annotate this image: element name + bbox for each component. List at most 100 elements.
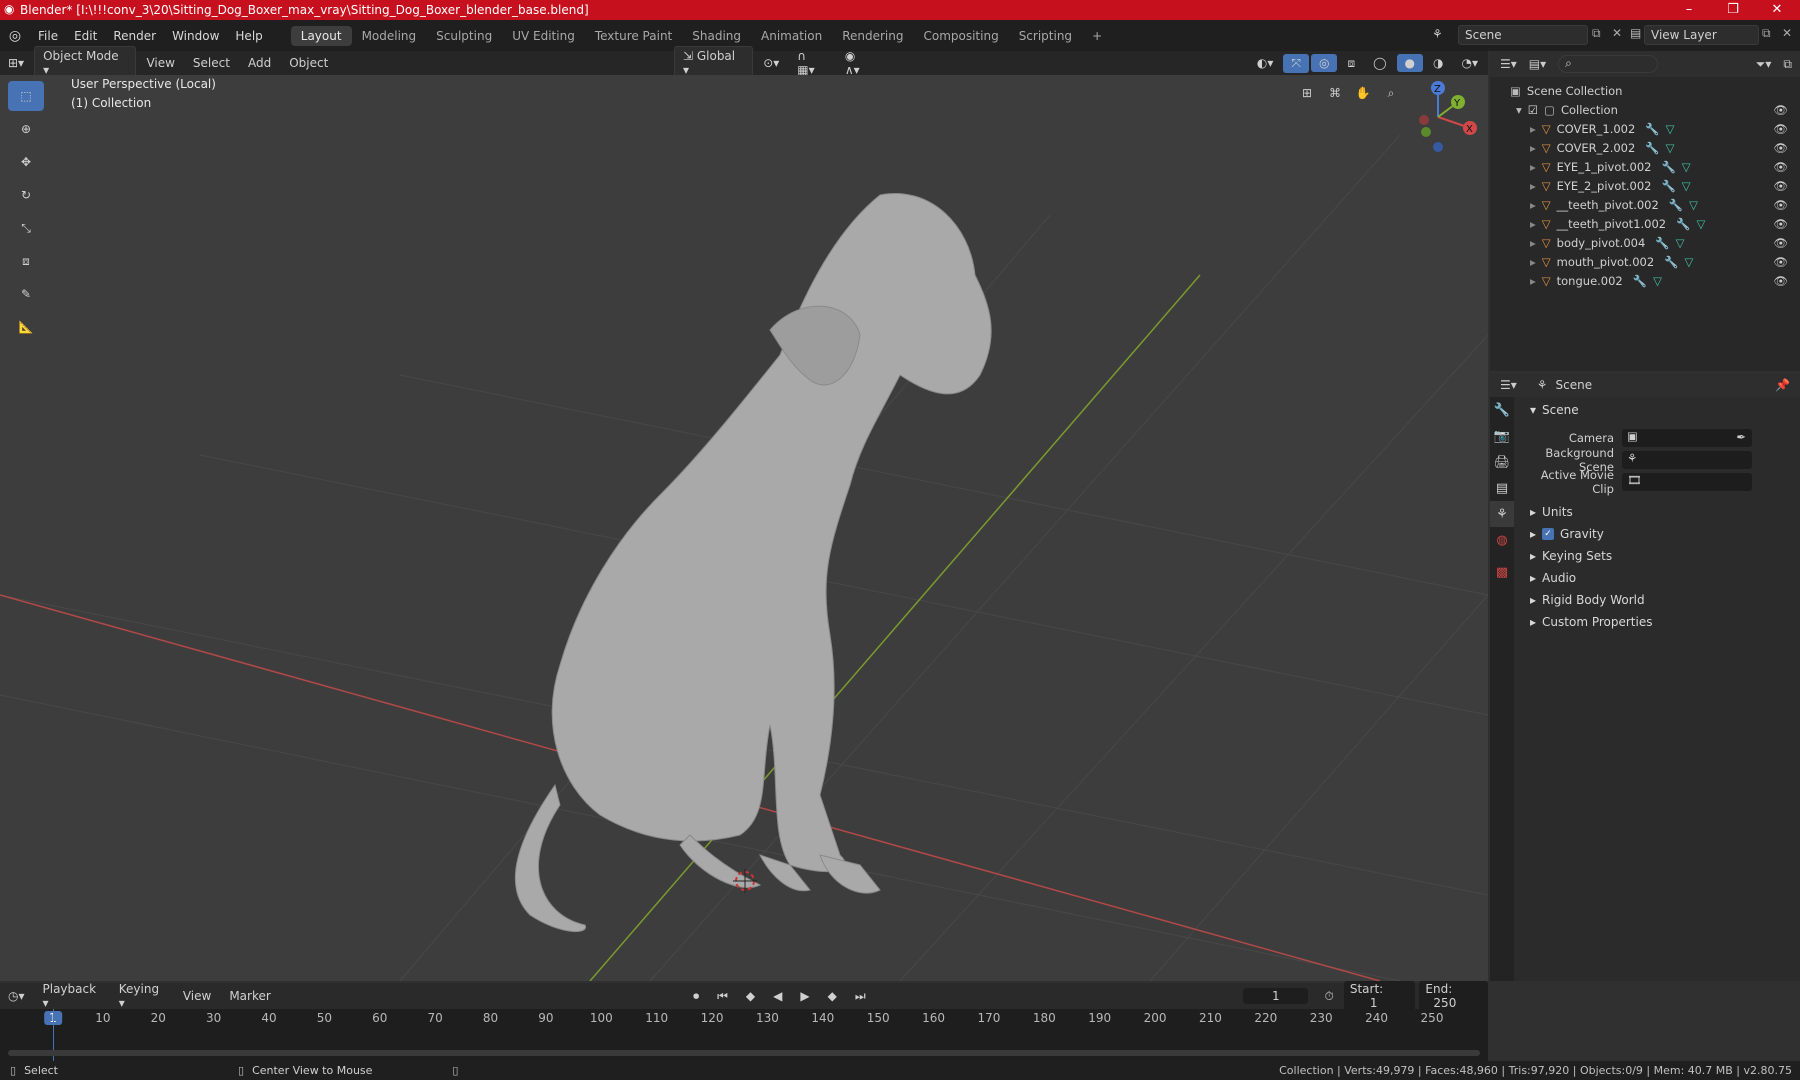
menu-window[interactable]: Window	[164, 29, 227, 43]
visibility-eye-icon[interactable]: 👁	[1773, 255, 1788, 269]
audio-panel-header[interactable]: ▸ Audio	[1522, 567, 1792, 589]
cursor-tool-icon[interactable]: ⊕	[8, 114, 44, 144]
gizmo-x-label[interactable]: X	[1466, 124, 1473, 135]
navigation-gizmo[interactable]: Z X Y	[1410, 80, 1485, 155]
workspace-tab-animation[interactable]: Animation	[751, 26, 832, 46]
new-scene-icon[interactable]: ⧉	[1592, 26, 1601, 41]
expand-arrow-icon[interactable]: ▸	[1530, 160, 1536, 174]
pan-hand-icon[interactable]: ✋	[1350, 80, 1376, 106]
rotate-tool-icon[interactable]: ↻	[8, 180, 44, 210]
timeline-view-menu[interactable]: View	[175, 987, 219, 1005]
view-layer-field[interactable]: View Layer	[1644, 25, 1759, 45]
visibility-eye-icon[interactable]: 👁	[1773, 160, 1788, 174]
eyedropper-icon[interactable]: ✒	[1736, 430, 1746, 444]
marker-menu[interactable]: Marker	[221, 987, 278, 1005]
expand-arrow-icon[interactable]: ▸	[1530, 122, 1536, 136]
playback-menu[interactable]: Playback ▾	[35, 980, 109, 1012]
select-box-tool-icon[interactable]: ⬚	[8, 81, 44, 111]
mesh-data-icon[interactable]: ▽	[1682, 179, 1691, 193]
viewport-menu-view[interactable]: View	[138, 54, 182, 72]
visibility-eye-icon[interactable]: 👁	[1773, 179, 1788, 193]
shading-solid-icon[interactable]: ●	[1396, 54, 1424, 72]
output-tab-icon[interactable]: 🖨	[1490, 449, 1514, 475]
expand-arrow-icon[interactable]: ▾	[1516, 103, 1522, 117]
mesh-data-icon[interactable]: ▽	[1676, 236, 1685, 250]
play-icon[interactable]: ▶	[792, 987, 817, 1005]
pin-icon[interactable]: 📌	[1775, 378, 1790, 392]
current-frame-field[interactable]: 1	[1243, 988, 1309, 1004]
workspace-tab-scripting[interactable]: Scripting	[1009, 26, 1082, 46]
visibility-eye-icon[interactable]: 👁	[1773, 103, 1788, 117]
new-view-layer-icon[interactable]: ⧉	[1762, 26, 1771, 41]
timeline-editor-type-icon[interactable]: ◷▾	[0, 987, 33, 1005]
minimize-button[interactable]: –	[1667, 0, 1711, 20]
visibility-eye-icon[interactable]: 👁	[1773, 141, 1788, 155]
outliner-item[interactable]: ▸ ▽ mouth_pivot.002 🔧 ▽ 👁	[1490, 252, 1800, 271]
view-layer-icon[interactable]: ▤	[1630, 26, 1641, 40]
outliner-item[interactable]: ▸ ▽ __teeth_pivot.002 🔧 ▽ 👁	[1490, 195, 1800, 214]
expand-arrow-icon[interactable]: ▸	[1530, 141, 1536, 155]
3d-viewport[interactable]: Z X Y	[0, 75, 1488, 981]
tool-tab-icon[interactable]: 🔧	[1490, 397, 1514, 423]
clock-icon[interactable]: ⏱	[1316, 987, 1341, 1006]
new-collection-icon[interactable]: ⧉	[1783, 57, 1792, 72]
outliner-row-collection[interactable]: ▾ ☑ ▢ Collection 👁	[1490, 100, 1800, 119]
outliner-row-scene-collection[interactable]: ▣ Scene Collection	[1490, 81, 1800, 100]
timeline-area[interactable]: 1102030405060708090100110120130140150160…	[0, 1009, 1488, 1061]
filter-icon[interactable]: ⏷▾	[1756, 57, 1772, 72]
expand-arrow-icon[interactable]: ▸	[1530, 198, 1536, 212]
keying-menu[interactable]: Keying ▾	[111, 980, 173, 1012]
workspace-tab-compositing[interactable]: Compositing	[913, 26, 1008, 46]
xray-toggle-icon[interactable]: ⧈	[1339, 54, 1363, 73]
properties-editor-type-icon[interactable]: ☰▾	[1500, 378, 1517, 392]
modifier-wrench-icon[interactable]: 🔧	[1661, 160, 1675, 174]
gizmo-y-label[interactable]: Y	[1453, 98, 1461, 109]
workspace-tab-sculpting[interactable]: Sculpting	[426, 26, 502, 46]
viewport-menu-add[interactable]: Add	[240, 54, 279, 72]
modifier-wrench-icon[interactable]: 🔧	[1664, 255, 1678, 269]
visibility-icon[interactable]: ◐▾	[1249, 54, 1282, 72]
expand-arrow-icon[interactable]: ▸	[1530, 217, 1536, 231]
background-scene-field[interactable]: ⚘	[1622, 451, 1752, 469]
jump-keyframe-forward-icon[interactable]: ◆	[820, 987, 845, 1005]
scale-tool-icon[interactable]: ⤡	[8, 213, 44, 243]
viewport-menu-select[interactable]: Select	[185, 54, 238, 72]
modifier-wrench-icon[interactable]: 🔧	[1655, 236, 1669, 250]
jump-end-icon[interactable]: ⏭	[847, 987, 874, 1006]
expand-arrow-icon[interactable]: ▸	[1530, 236, 1536, 250]
workspace-tab-rendering[interactable]: Rendering	[832, 26, 913, 46]
menu-render[interactable]: Render	[105, 29, 164, 43]
modifier-wrench-icon[interactable]: 🔧	[1669, 198, 1683, 212]
units-panel-header[interactable]: ▸ Units	[1522, 501, 1792, 523]
active-movie-clip-field[interactable]: 🎞	[1622, 473, 1752, 491]
scene-tab-icon[interactable]: ⚘	[1490, 501, 1514, 527]
workspace-tab-layout[interactable]: Layout	[290, 25, 352, 46]
shading-wireframe-icon[interactable]: ◯	[1365, 54, 1394, 72]
outliner-item[interactable]: ▸ ▽ COVER_2.002 🔧 ▽ 👁	[1490, 138, 1800, 157]
shading-material-icon[interactable]: ◑	[1425, 54, 1451, 72]
expand-arrow-icon[interactable]: ▸	[1530, 274, 1536, 288]
outliner-item[interactable]: ▸ ▽ EYE_2_pivot.002 🔧 ▽ 👁	[1490, 176, 1800, 195]
menu-help[interactable]: Help	[227, 29, 270, 43]
jump-keyframe-back-icon[interactable]: ◆	[738, 987, 763, 1005]
mesh-data-icon[interactable]: ▽	[1653, 274, 1662, 288]
gravity-panel-header[interactable]: ▸ ✓ Gravity	[1522, 523, 1792, 545]
close-button[interactable]: ✕	[1755, 0, 1799, 20]
workspace-tab-texture-paint[interactable]: Texture Paint	[585, 26, 682, 46]
modifier-wrench-icon[interactable]: 🔧	[1645, 141, 1659, 155]
workspace-tab-uv-editing[interactable]: UV Editing	[502, 26, 585, 46]
transform-tool-icon[interactable]: ⧈	[8, 246, 44, 276]
start-frame-field[interactable]: Start: 1	[1343, 981, 1416, 1011]
outliner-search-input[interactable]: ⌕	[1558, 55, 1659, 73]
modifier-wrench-icon[interactable]: 🔧	[1661, 179, 1675, 193]
maximize-button[interactable]: ❐	[1711, 0, 1755, 20]
gizmo-toggle-icon[interactable]: ⤧	[1283, 53, 1309, 73]
mesh-data-icon[interactable]: ▽	[1696, 217, 1705, 231]
overlay-toggle-icon[interactable]: ◎	[1310, 54, 1338, 72]
checkbox-icon[interactable]: ☑	[1528, 103, 1538, 117]
world-tab-icon[interactable]: ◍	[1490, 527, 1514, 553]
view-layer-tab-icon[interactable]: ▤	[1490, 475, 1514, 501]
boxer-dog-mesh[interactable]	[514, 193, 992, 933]
blender-menu-icon[interactable]: ◎	[0, 28, 30, 44]
scene-name-field[interactable]: Scene	[1458, 25, 1588, 45]
